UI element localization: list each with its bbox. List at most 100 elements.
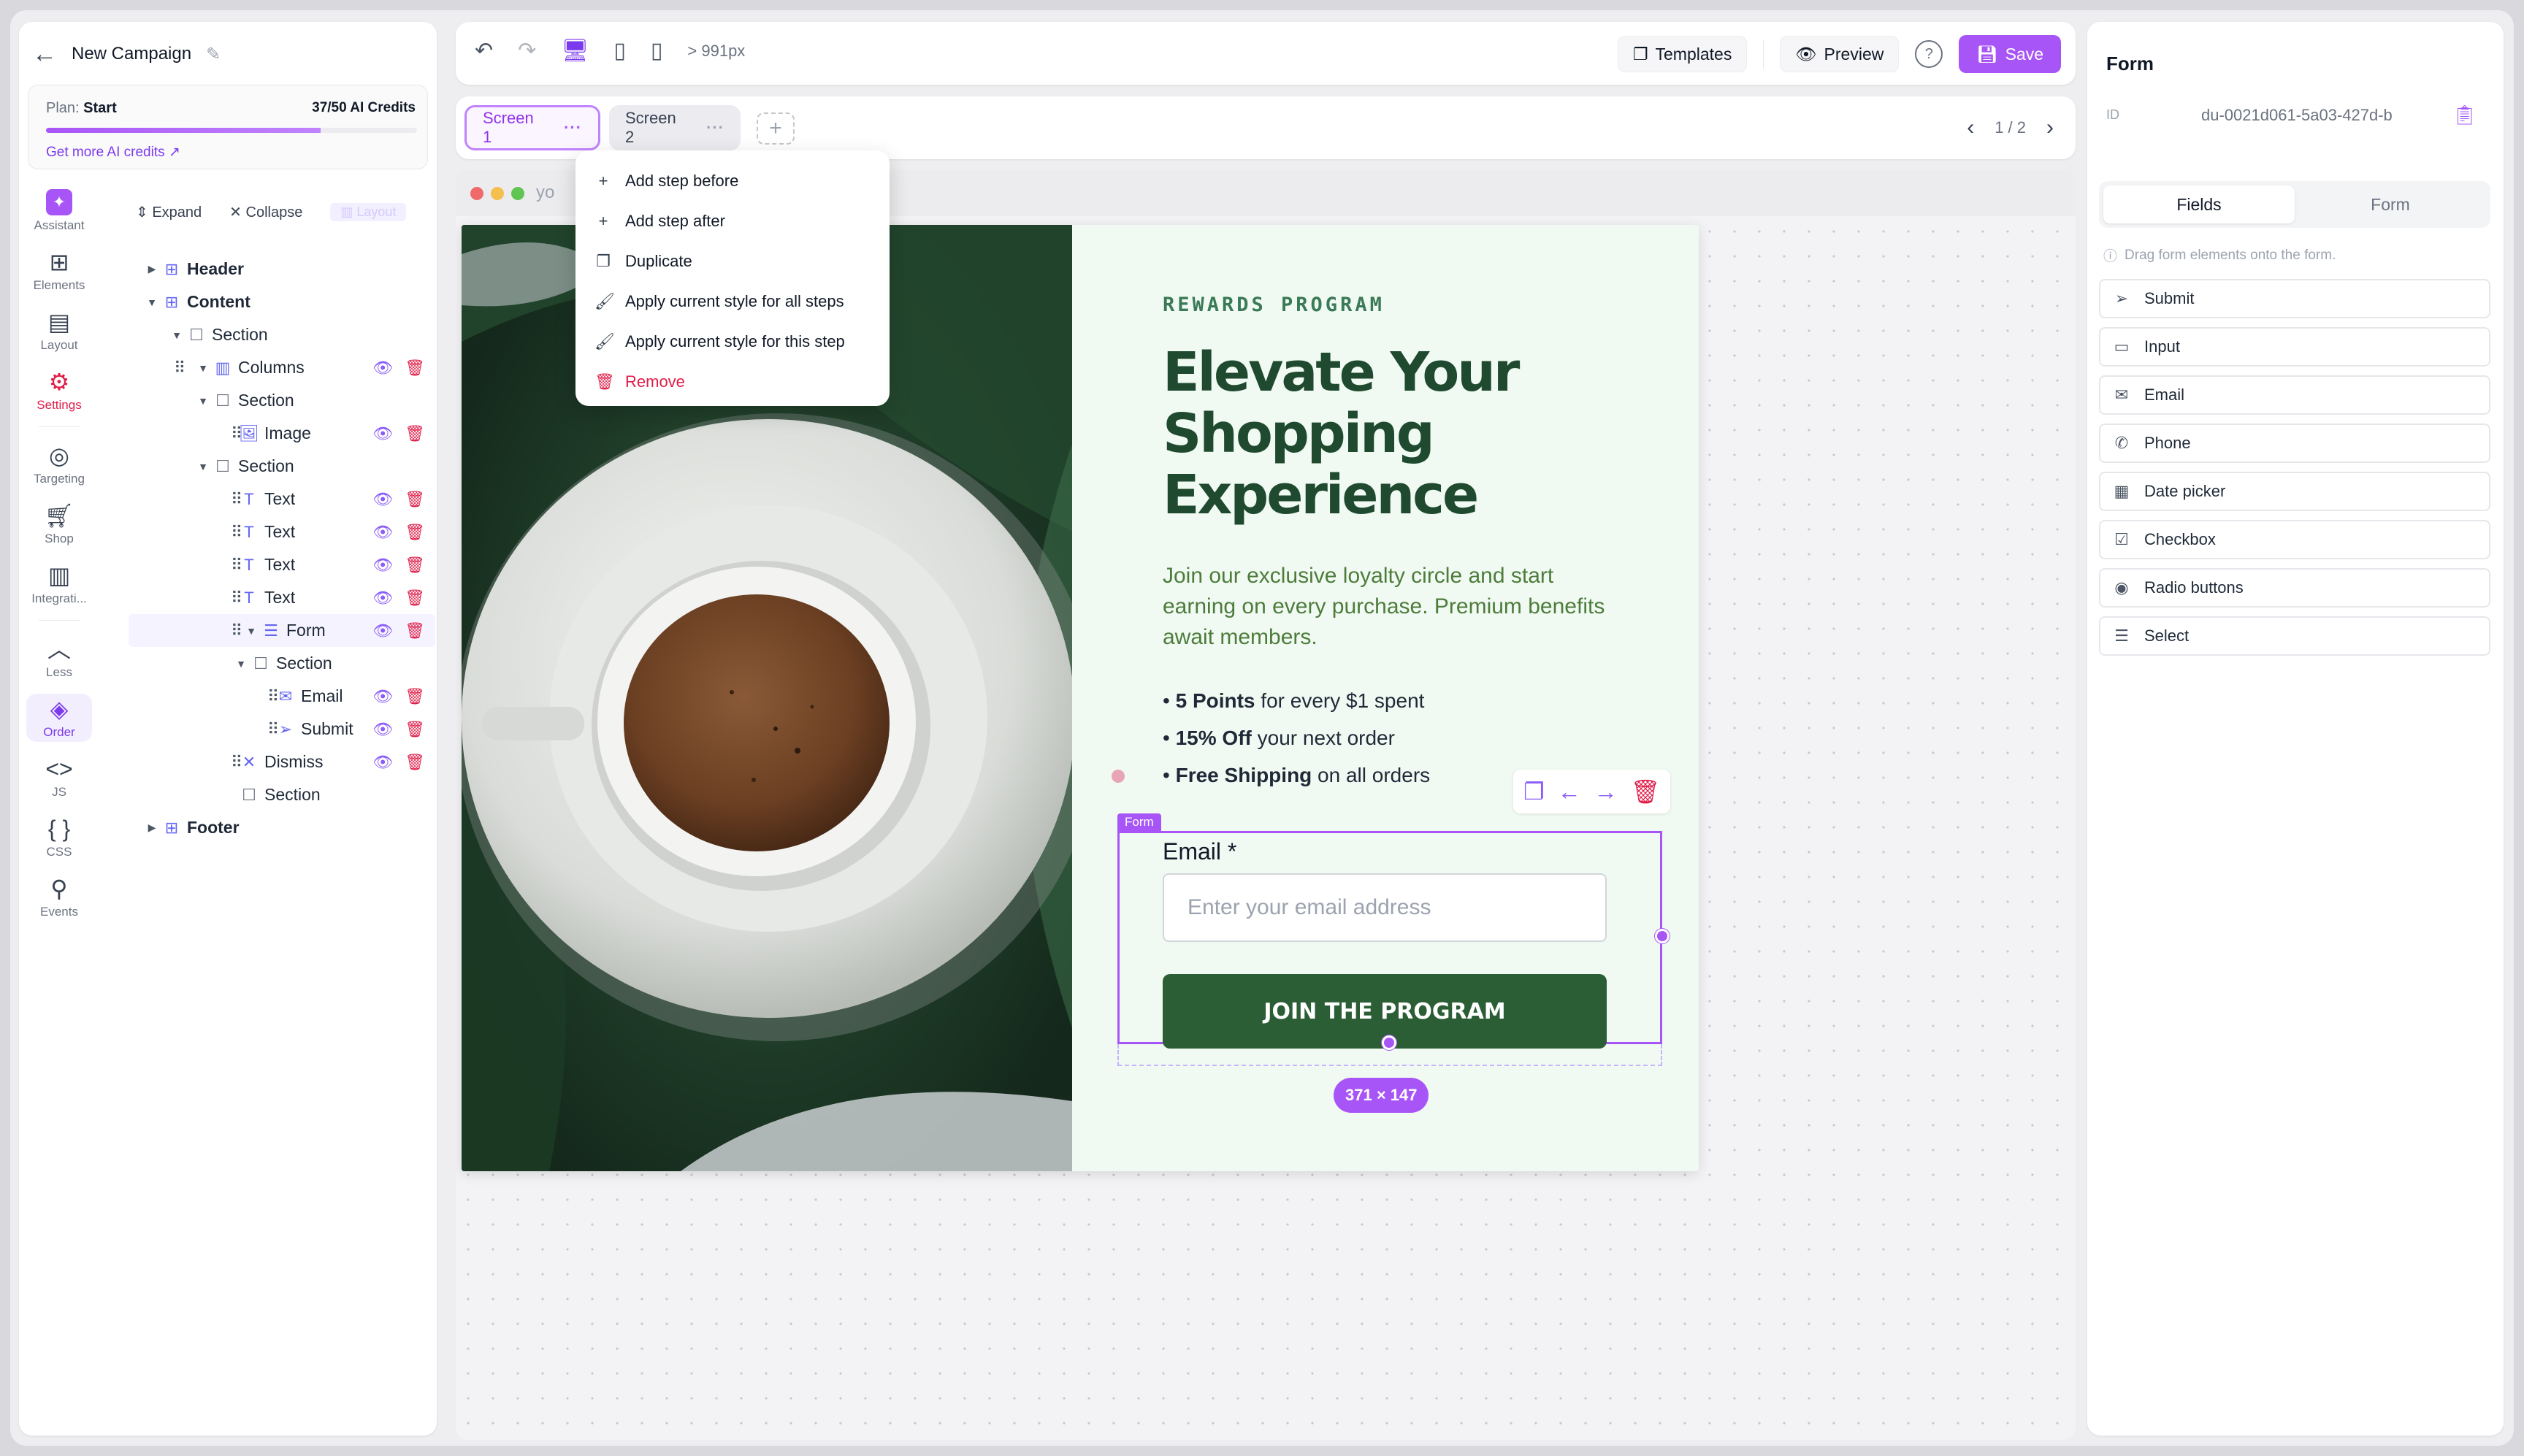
tree-node-image[interactable]: ⠿ 🖼︎ Image 👁︎ 🗑︎ [129,417,435,450]
resize-handle-bottom[interactable] [1382,1035,1396,1050]
expand-button[interactable]: ⇕ Expand [136,203,202,221]
collapse-button[interactable]: ✕ Collapse [229,203,302,221]
tree-node-section[interactable]: ▼ ☐ Section [129,647,435,680]
rail-elements[interactable]: ⊞ Elements [19,247,99,295]
tree-node-text[interactable]: ⠿ T Text 👁︎ 🗑︎ [129,516,435,548]
caret-down-icon[interactable]: ▼ [194,461,212,472]
tab-screen-2[interactable]: Screen 2 ··· [609,105,741,150]
menu-add-step-after[interactable]: + Add step after [575,201,890,241]
trash-icon[interactable]: 🗑︎ [1631,778,1661,805]
menu-apply-style-all[interactable]: 🖌︎ Apply current style for all steps [575,281,890,321]
tree-node-dismiss[interactable]: ⠿ ✕ Dismiss 👁︎ 🗑︎ [129,746,435,778]
tree-node-content[interactable]: ▼ ⊞ Content [129,286,435,318]
field-radio-buttons[interactable]: ◉ Radio buttons [2099,568,2490,608]
edit-pencil-icon[interactable]: ✎ [206,44,221,65]
eye-icon[interactable]: 👁︎ [372,424,393,443]
trash-icon[interactable]: 🗑︎ [405,424,425,443]
caret-down-icon[interactable]: ▼ [194,362,212,374]
trash-icon[interactable]: 🗑︎ [405,523,425,542]
tree-node-section[interactable]: ▼ ☐ Section [129,318,435,351]
trash-icon[interactable]: 🗑︎ [405,753,425,772]
caret-right-icon[interactable]: ▶ [143,263,161,275]
pink-handle[interactable] [1112,770,1125,783]
menu-remove[interactable]: 🗑︎ Remove [575,361,890,402]
menu-add-step-before[interactable]: + Add step before [575,161,890,201]
drag-grip-icon[interactable]: ⠿ [231,556,242,575]
rail-shop[interactable]: 🛒︎ Shop [19,500,99,548]
id-value[interactable]: du-0021d061-5a03-427d-b [2201,106,2442,125]
tree-node-section[interactable]: ☐ Section [129,778,435,811]
caret-down-icon[interactable]: ▼ [194,395,212,407]
eye-icon[interactable]: 👁︎ [372,753,393,772]
rail-less[interactable]: ︿ Less [19,634,99,682]
caret-down-icon[interactable]: ▼ [168,329,186,341]
tree-node-text[interactable]: ⠿ T Text 👁︎ 🗑︎ [129,483,435,516]
tab-screen-1[interactable]: Screen 1 ··· [464,105,600,150]
tree-node-text[interactable]: ⠿ T Text 👁︎ 🗑︎ [129,548,435,581]
eye-icon[interactable]: 👁︎ [372,687,393,706]
trash-icon[interactable]: 🗑︎ [405,720,425,739]
eye-icon[interactable]: 👁︎ [372,556,393,575]
rail-js[interactable]: <> JS [19,754,99,802]
tree-node-columns[interactable]: ⠿ ▼ ▥ Columns 👁︎ 🗑︎ [129,351,435,384]
templates-button[interactable]: ❐ Templates [1617,36,1748,72]
trash-icon[interactable]: 🗑︎ [405,490,425,509]
preview-button[interactable]: 👁︎ Preview [1780,36,1900,72]
add-screen-button[interactable]: + [757,112,795,145]
chevron-right-icon[interactable]: › [2046,115,2054,140]
menu-duplicate[interactable]: ❐ Duplicate [575,241,890,281]
caret-down-icon[interactable]: ▼ [242,625,260,637]
drag-grip-icon[interactable]: ⠿ [231,589,242,608]
drag-grip-icon[interactable]: ⠿ [231,523,242,542]
field-checkbox[interactable]: ☑ Checkbox [2099,520,2490,559]
field-date-picker[interactable]: ▦ Date picker [2099,472,2490,511]
drag-grip-icon[interactable]: ⠿ [174,359,186,378]
clipboard-icon[interactable]: 📋︎ [2452,104,2477,126]
tree-node-form[interactable]: ⠿ ▼ ☰ Form 👁︎ 🗑︎ [129,614,435,647]
eye-icon[interactable]: 👁︎ [372,490,393,509]
trash-icon[interactable]: 🗑︎ [405,556,425,575]
rail-css[interactable]: { } CSS [19,813,99,862]
tab-form[interactable]: Form [2295,185,2486,223]
popup-headline[interactable]: Elevate Your Shopping Experience [1163,342,1542,526]
drag-grip-icon[interactable]: ⠿ [267,720,279,739]
desktop-icon[interactable]: 🖥︎ [561,38,589,64]
menu-apply-style-this[interactable]: 🖌︎ Apply current style for this step [575,321,890,361]
field-phone[interactable]: ✆ Phone [2099,424,2490,463]
drag-grip-icon[interactable]: ⠿ [231,490,242,509]
eye-icon[interactable]: 👁︎ [372,359,393,378]
eye-icon[interactable]: 👁︎ [372,621,393,640]
field-input[interactable]: ▭ Input [2099,327,2490,367]
tree-node-header[interactable]: ▶ ⊞ Header [129,253,435,286]
eye-icon[interactable]: 👁︎ [372,720,393,739]
popup-eyebrow[interactable]: REWARDS PROGRAM [1163,294,1385,316]
eye-icon[interactable]: 👁︎ [372,523,393,542]
tree-node-footer[interactable]: ▶ ⊞ Footer [129,811,435,844]
field-submit[interactable]: ➢ Submit [2099,279,2490,318]
tree-node-text[interactable]: ⠿ T Text 👁︎ 🗑︎ [129,581,435,614]
field-select[interactable]: ☰ Select [2099,616,2490,656]
more-dots-icon[interactable]: ··· [706,118,724,137]
undo-icon[interactable]: ↶ [475,38,493,64]
duplicate-icon[interactable]: ❐ [1523,778,1545,805]
caret-down-icon[interactable]: ▼ [143,296,161,308]
caret-down-icon[interactable]: ▼ [232,658,250,670]
mobile-icon[interactable]: ▯ [651,38,663,64]
rail-targeting[interactable]: ◎ Targeting [19,440,99,488]
rail-order[interactable]: ◈ Order [26,694,92,742]
back-arrow-icon[interactable]: ← [32,40,57,69]
rail-integrations[interactable]: ▥ Integrati... [19,560,99,608]
tree-node-section[interactable]: ▼ ☐ Section [129,450,435,483]
save-button[interactable]: 💾︎ Save [1959,35,2061,73]
caret-right-icon[interactable]: ▶ [143,821,161,834]
trash-icon[interactable]: 🗑︎ [405,621,425,640]
rail-assistant[interactable]: ✦ Assistant [19,187,99,235]
benefit-list[interactable]: • 5 Points for every $1 spent • 15% Off … [1163,682,1430,794]
popup-description[interactable]: Join our exclusive loyalty circle and st… [1163,561,1630,653]
resize-handle-right[interactable] [1655,929,1670,943]
more-dots-icon[interactable]: ··· [564,118,582,137]
tree-node-email[interactable]: ⠿ ✉ Email 👁︎ 🗑︎ [129,680,435,713]
arrow-left-icon[interactable]: ← [1558,778,1581,805]
trash-icon[interactable]: 🗑︎ [405,687,425,706]
tablet-icon[interactable]: ▯ [613,38,626,64]
